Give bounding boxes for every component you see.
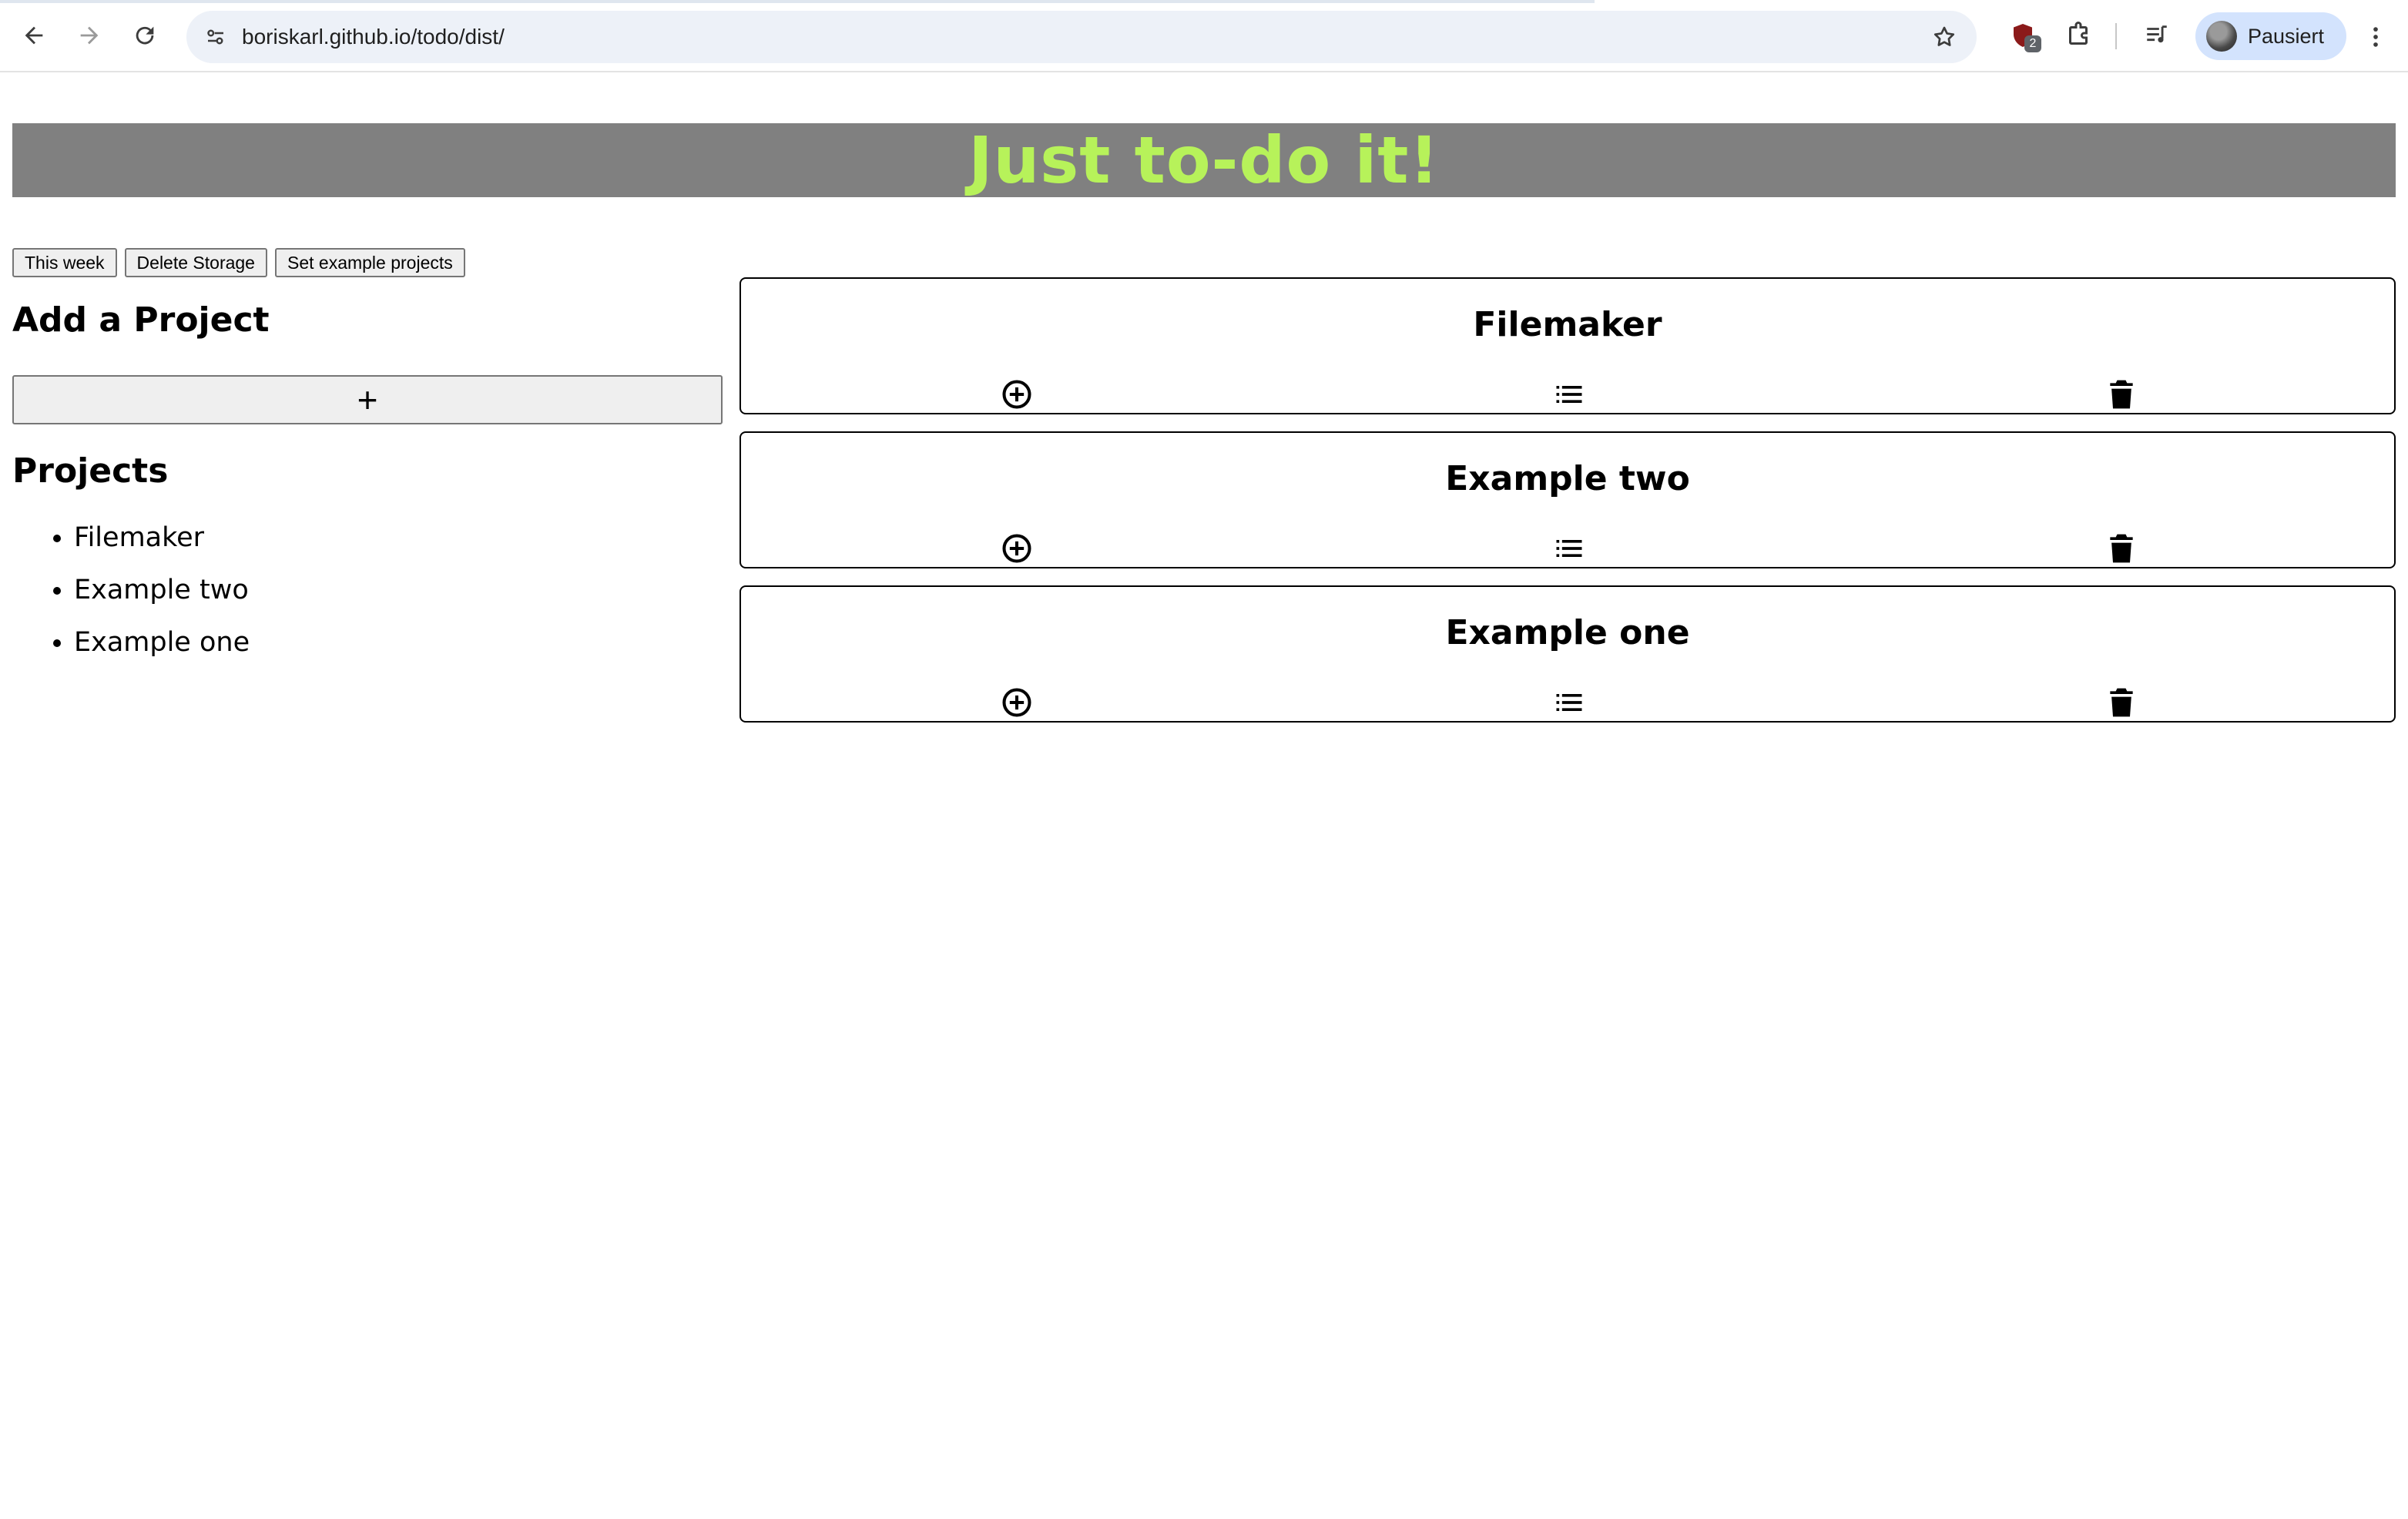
add-project-heading: Add a Project <box>12 300 270 340</box>
forward-button[interactable] <box>69 15 109 55</box>
loading-indicator <box>0 0 1595 3</box>
header-banner: Just to-do it! <box>12 122 2396 198</box>
projects-heading: Projects <box>12 451 169 491</box>
list-icon[interactable] <box>1552 377 1586 411</box>
list-icon[interactable] <box>1552 531 1586 565</box>
project-card-title: Filemaker <box>1473 305 1662 344</box>
browser-toolbar: boriskarl.github.io/todo/dist/ 2 Pausier… <box>0 0 2408 72</box>
project-card-example-two: Example two <box>740 431 2396 568</box>
browser-menu-button[interactable] <box>2360 20 2391 54</box>
toolbar-divider <box>2115 23 2117 49</box>
add-circle-icon[interactable] <box>1000 377 1034 411</box>
star-icon[interactable] <box>1927 20 1961 54</box>
trash-icon[interactable] <box>2104 377 2138 411</box>
delete-storage-button[interactable]: Delete Storage <box>124 248 267 277</box>
profile-name: Pausiert <box>2248 25 2325 48</box>
trash-icon[interactable] <box>2104 686 2138 719</box>
avatar <box>2206 21 2237 52</box>
list-icon[interactable] <box>1552 686 1586 719</box>
add-project-button[interactable]: + <box>12 375 723 424</box>
site-settings-icon[interactable] <box>199 20 233 54</box>
project-card-title: Example one <box>1445 613 1690 652</box>
project-list: Filemaker Example two Example one <box>43 516 250 673</box>
address-bar[interactable]: boriskarl.github.io/todo/dist/ <box>186 11 1977 63</box>
reload-button[interactable] <box>125 15 165 55</box>
project-card-example-one: Example one <box>740 585 2396 723</box>
media-queue-button[interactable] <box>2138 17 2175 54</box>
trash-icon[interactable] <box>2104 531 2138 565</box>
back-button[interactable] <box>14 15 54 55</box>
menu-kebab-icon <box>2373 27 2378 47</box>
forward-arrow-icon <box>80 26 99 45</box>
profile-button[interactable]: Pausiert <box>2195 12 2346 60</box>
project-list-item-example-one[interactable]: Example one <box>74 621 250 673</box>
page-title: Just to-do it! <box>968 122 1440 198</box>
extension-badge: 2 <box>2024 35 2041 52</box>
add-circle-icon[interactable] <box>1000 686 1034 719</box>
project-card-filemaker: Filemaker <box>740 277 2396 414</box>
media-queue-icon <box>2147 25 2167 43</box>
project-list-item-filemaker[interactable]: Filemaker <box>74 516 250 568</box>
action-toolbar: This week Delete Storage Set example pro… <box>12 248 465 277</box>
project-card-title: Example two <box>1445 459 1690 498</box>
add-circle-icon[interactable] <box>1000 531 1034 565</box>
back-arrow-icon <box>25 26 43 45</box>
project-list-item-example-two[interactable]: Example two <box>74 568 250 621</box>
this-week-button[interactable]: This week <box>12 248 117 277</box>
extensions-button[interactable] <box>2060 17 2097 54</box>
set-example-projects-button[interactable]: Set example projects <box>274 248 465 277</box>
extension-shield-button[interactable]: 2 <box>2004 17 2041 54</box>
url-text[interactable]: boriskarl.github.io/todo/dist/ <box>242 11 505 63</box>
reload-icon <box>136 26 154 45</box>
extensions-puzzle-icon <box>2069 22 2088 45</box>
